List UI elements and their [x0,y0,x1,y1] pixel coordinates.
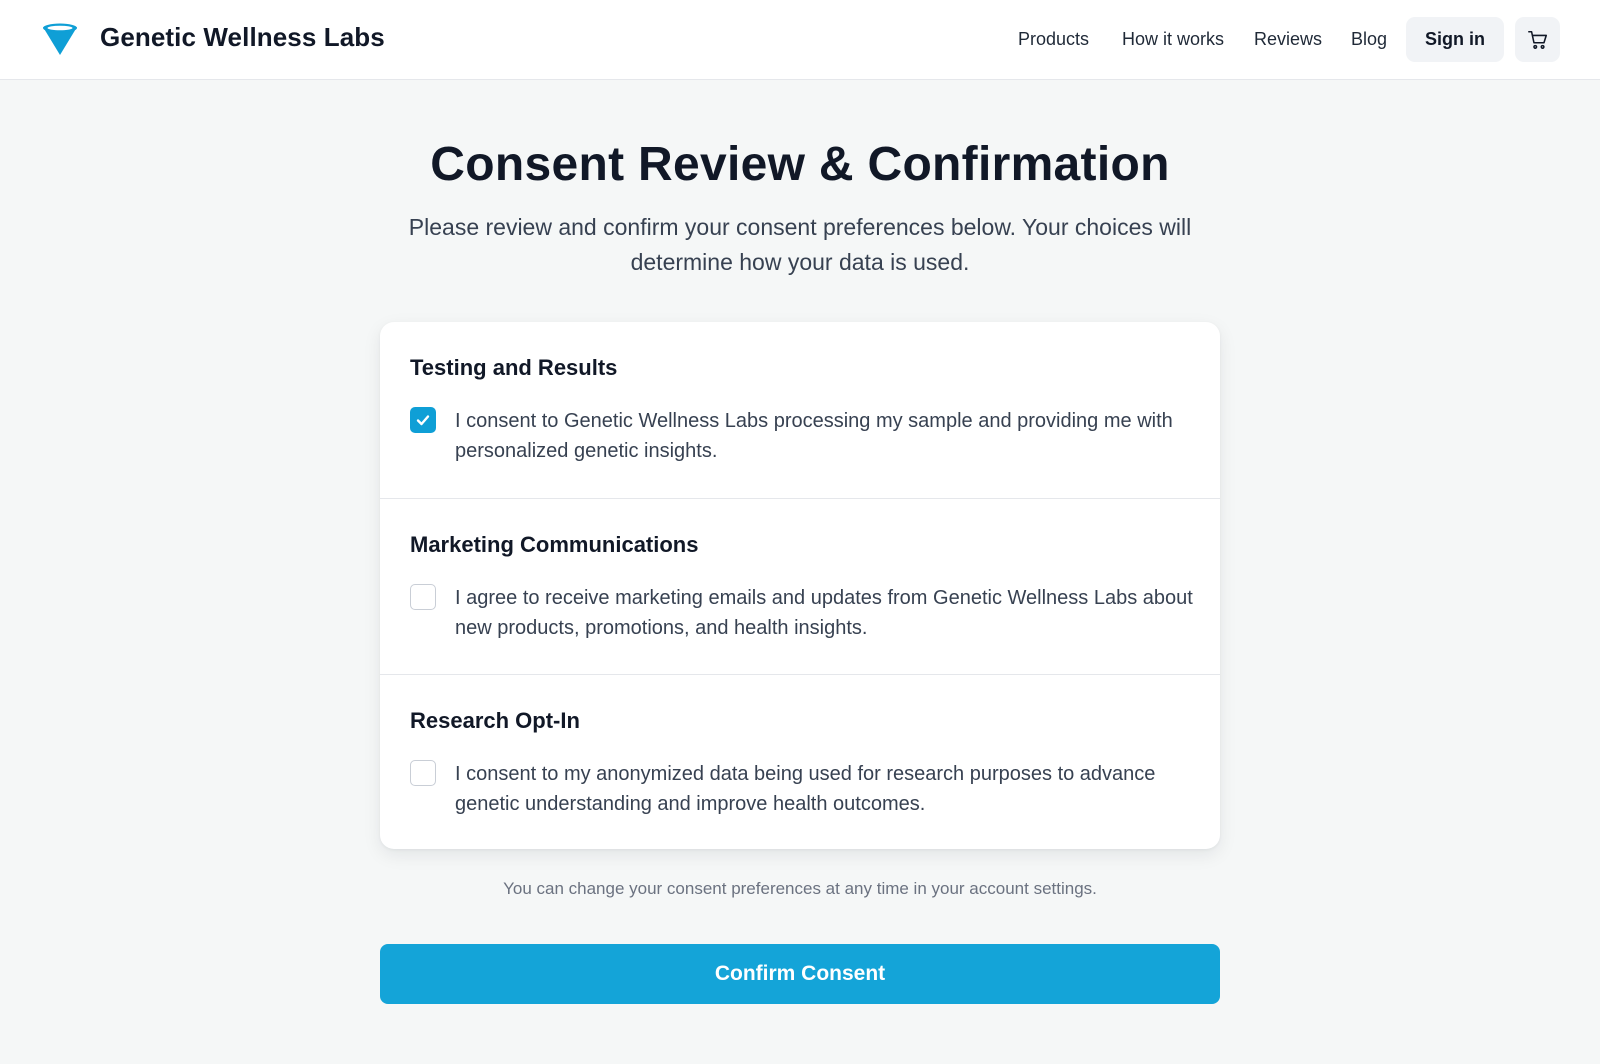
section-title: Testing and Results [410,355,618,380]
nav-how-it-works[interactable]: How it works [1122,29,1224,50]
consent-label[interactable]: I agree to receive marketing emails and … [455,583,1195,643]
section-title: Research Opt-In [410,708,580,733]
checkmark-icon [416,415,430,426]
sign-in-button[interactable]: Sign in [1406,17,1504,62]
nav-blog[interactable]: Blog [1351,29,1387,50]
page-subtitle: Please review and confirm your consent p… [408,214,1192,275]
brand-name[interactable]: Genetic Wellness Labs [100,22,385,53]
nav-products[interactable]: Products [1018,29,1089,50]
marketing-consent-checkbox[interactable] [410,584,436,610]
consent-section-testing: Testing and Results I consent to Genetic… [380,322,1220,498]
research-consent-checkbox[interactable] [410,760,436,786]
settings-note: You can change your consent preferences … [503,879,1097,898]
section-title: Marketing Communications [410,532,699,557]
testing-consent-checkbox[interactable] [410,407,436,433]
site-header: Genetic Wellness Labs Products How it wo… [0,0,1600,80]
cart-button[interactable] [1515,17,1560,62]
funnel-logo-icon[interactable] [40,20,80,60]
consent-section-marketing: Marketing Communications I agree to rece… [380,498,1220,674]
consent-card: Testing and Results I consent to Genetic… [380,322,1220,849]
consent-section-research: Research Opt-In I consent to my anonymiz… [380,674,1220,849]
consent-label[interactable]: I consent to Genetic Wellness Labs proce… [455,406,1195,466]
nav-reviews[interactable]: Reviews [1254,29,1322,50]
shopping-cart-icon [1527,30,1547,49]
confirm-consent-button[interactable]: Confirm Consent [380,944,1220,1004]
page-title: Consent Review & Confirmation [430,138,1170,191]
consent-label[interactable]: I consent to my anonymized data being us… [455,759,1195,819]
